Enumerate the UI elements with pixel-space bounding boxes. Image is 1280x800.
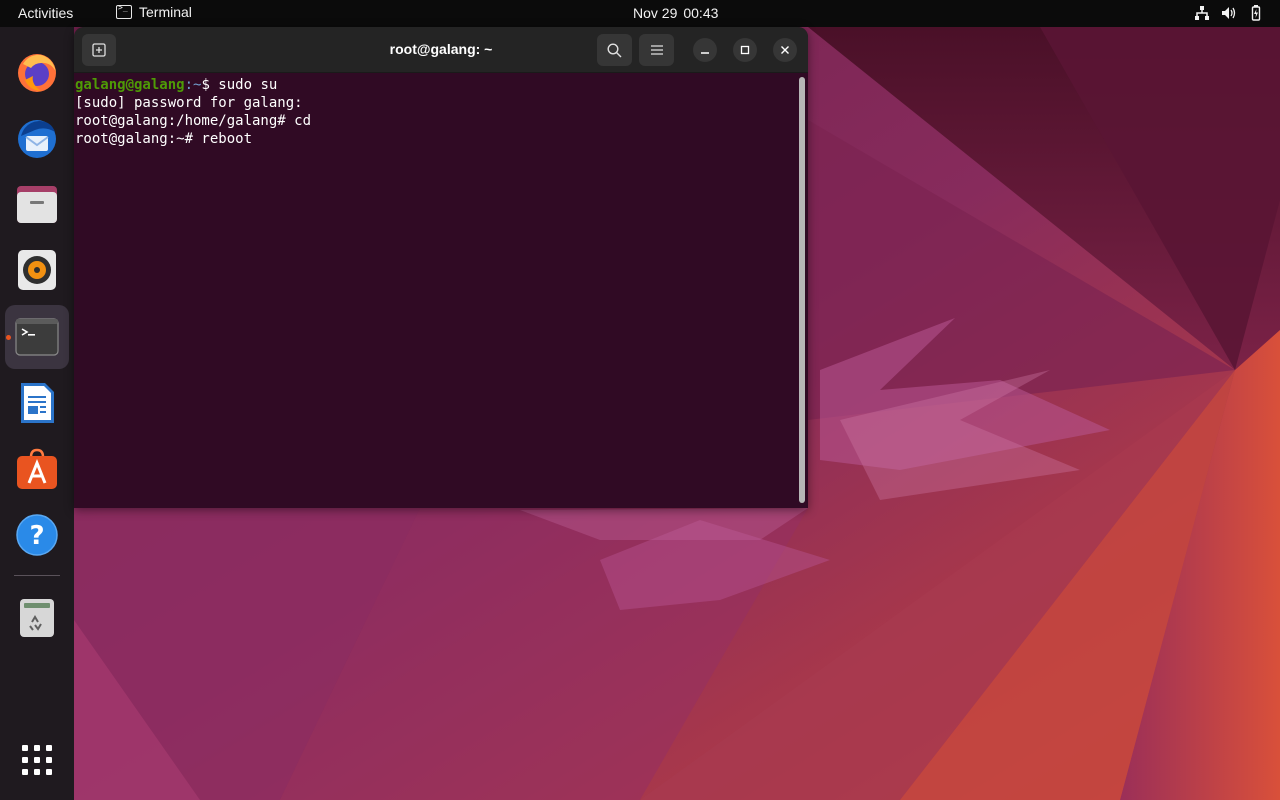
dock-item-thunderbird[interactable] (5, 106, 69, 170)
battery-icon (1251, 5, 1261, 21)
minimize-icon (701, 52, 709, 54)
terminal-headerbar[interactable]: root@galang: ~ (74, 27, 808, 73)
clock[interactable]: Nov 29 00:43 (633, 5, 724, 21)
hamburger-icon (650, 45, 663, 55)
app-grid-icon (22, 745, 52, 775)
prompt-userhost: galang@galang (75, 77, 185, 93)
firefox-icon (18, 54, 56, 92)
volume-icon (1222, 7, 1236, 19)
thunderbird-icon (18, 120, 56, 158)
dock-item-trash[interactable] (5, 586, 69, 650)
network-icon (1195, 6, 1209, 20)
software-icon (17, 448, 57, 489)
running-indicator (6, 335, 11, 340)
terminal-scrollbar[interactable] (799, 77, 805, 503)
dock: ? (0, 27, 74, 800)
close-button[interactable] (773, 38, 797, 62)
dock-item-help[interactable]: ? (5, 503, 69, 567)
files-icon (17, 186, 57, 223)
rhythmbox-icon (18, 250, 56, 290)
svg-text:?: ? (29, 521, 44, 551)
terminal-line: galang@galang:~$ sudo su (75, 76, 796, 94)
dock-item-files[interactable] (5, 172, 69, 236)
top-bar: Activities Terminal Nov 29 00:43 (0, 0, 1280, 27)
dock-item-firefox[interactable] (5, 40, 69, 104)
terminal-output[interactable]: galang@galang:~$ sudo su [sudo] password … (74, 73, 796, 508)
writer-icon (21, 383, 54, 423)
minimize-button[interactable] (693, 38, 717, 62)
dock-item-software[interactable] (5, 437, 69, 501)
terminal-window[interactable]: root@galang: ~ galang@galang:~$ sudo su … (74, 27, 808, 508)
activities-button[interactable]: Activities (18, 5, 73, 21)
terminal-icon (116, 3, 132, 19)
help-icon: ? (16, 514, 58, 556)
show-apps-button[interactable] (5, 728, 69, 792)
search-icon (607, 42, 622, 57)
close-icon (781, 46, 789, 54)
prompt-path: :~ (184, 77, 202, 93)
terminal-line: [sudo] password for galang: (75, 95, 303, 111)
maximize-icon (740, 45, 750, 55)
dock-item-terminal[interactable] (5, 305, 69, 369)
menu-button[interactable] (639, 34, 674, 66)
trash-icon (20, 599, 54, 637)
dock-item-rhythmbox[interactable] (5, 238, 69, 302)
terminal-line: root@galang:/home/galang# cd (75, 113, 312, 129)
dock-separator (14, 575, 60, 576)
app-menu-label: Terminal (139, 4, 192, 20)
system-tray[interactable] (1194, 5, 1264, 21)
dock-item-writer[interactable] (5, 371, 69, 435)
app-menu[interactable]: Terminal (116, 3, 192, 20)
search-button[interactable] (597, 34, 632, 66)
command-text: $ sudo su (201, 77, 278, 93)
terminal-icon (15, 318, 59, 356)
clock-time: 00:43 (683, 5, 719, 21)
clock-date: Nov 29 (633, 5, 678, 21)
maximize-button[interactable] (733, 38, 757, 62)
terminal-line: root@galang:~# reboot (75, 131, 253, 147)
